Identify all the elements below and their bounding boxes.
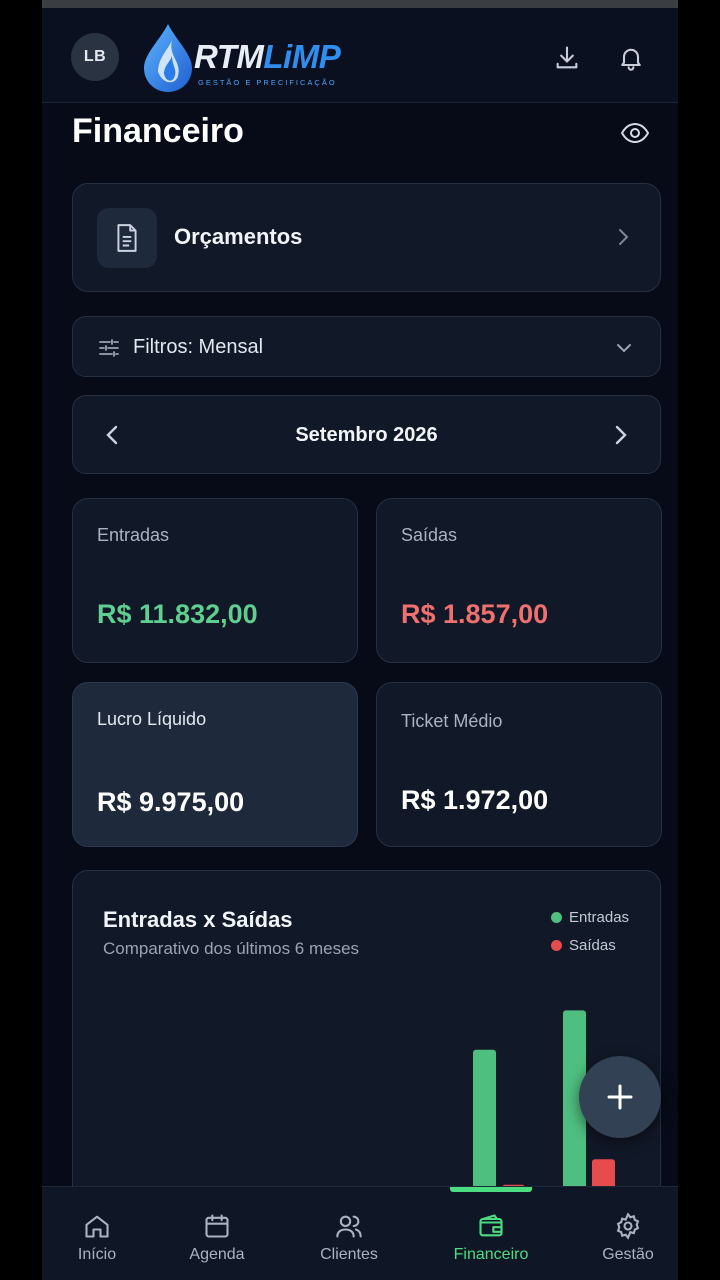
stat-card-entradas: Entradas R$ 11.832,00: [72, 498, 358, 663]
nav-label: Financeiro: [453, 1246, 529, 1263]
chart-card: Entradas x Saídas Comparativo dos último…: [72, 870, 661, 1210]
orcamentos-label: Orçamentos: [174, 224, 303, 249]
legend-dot: [551, 911, 562, 923]
stat-label: Lucro Líquido: [97, 709, 207, 729]
nav-item-gestao[interactable]: Gestão: [592, 1187, 664, 1280]
stat-card-lucro-liquido: Lucro Líquido R$ 9.975,00: [72, 682, 358, 847]
nav-item-clientes[interactable]: Clientes: [308, 1187, 390, 1280]
wallet-icon: [476, 1211, 506, 1241]
orcamentos-card[interactable]: Orçamentos: [72, 183, 661, 292]
app-header: LB RTMLiMP GESTÃO E PRECIFICAÇÃO: [42, 8, 678, 103]
filter-label: Filtros: Mensal: [133, 336, 264, 358]
legend-item-entradas: Entradas: [551, 903, 629, 931]
download-button[interactable]: [551, 42, 583, 74]
month-selector: Setembro 2026: [72, 395, 661, 474]
bar-entradas-4: [473, 1049, 496, 1197]
nav-item-inicio[interactable]: Início: [62, 1187, 132, 1280]
chart-title: Entradas x Saídas: [103, 907, 293, 932]
nav-label: Gestão: [602, 1246, 654, 1263]
stat-value-saidas: R$ 1.857,00: [401, 599, 549, 629]
toggle-values-visibility-button[interactable]: [618, 118, 652, 148]
app-frame: LB RTMLiMP GESTÃO E PRECIFICAÇÃO Finance…: [42, 0, 678, 1280]
app-logo: RTMLiMP GESTÃO E PRECIFICAÇÃO: [138, 20, 348, 96]
stat-card-saidas: Saídas R$ 1.857,00: [376, 498, 662, 663]
chevron-down-icon: [612, 336, 636, 360]
page-title: Financeiro: [72, 112, 244, 150]
plus-icon: [607, 1084, 633, 1110]
avatar[interactable]: LB: [71, 33, 119, 81]
filter-select[interactable]: Filtros: Mensal: [72, 316, 661, 377]
home-icon: [82, 1211, 112, 1241]
stat-value-entradas: R$ 11.832,00: [97, 599, 258, 629]
document-icon: [117, 224, 137, 252]
download-icon: [556, 46, 578, 69]
chart-subtitle: Comparativo dos últimos 6 meses: [103, 939, 360, 958]
chevron-right-icon: [612, 226, 634, 248]
bottom-nav: Início Agenda Clientes Financeiro Gestão: [42, 1186, 678, 1280]
legend-item-saidas: Saídas: [551, 931, 629, 959]
status-strip: [42, 0, 678, 8]
chart-legend: Entradas Saídas: [551, 903, 629, 959]
bell-icon: [621, 48, 641, 71]
sliders-icon: [97, 336, 121, 360]
logo-accent-text: LiMP: [263, 38, 341, 75]
stat-value-ticket: R$ 1.972,00: [401, 785, 549, 815]
stat-label: Ticket Médio: [401, 711, 503, 731]
nav-item-financeiro[interactable]: Financeiro: [442, 1187, 540, 1280]
users-icon: [334, 1211, 364, 1241]
eye-icon: [620, 122, 650, 144]
notifications-button[interactable]: [615, 42, 647, 74]
legend-label: Entradas: [569, 908, 630, 926]
nav-label: Clientes: [320, 1246, 378, 1263]
logo-wordmark: RTMLiMP: [194, 38, 341, 76]
gear-icon: [613, 1211, 643, 1241]
nav-label: Agenda: [189, 1246, 245, 1263]
water-drop-logo-icon: [144, 24, 192, 92]
add-transaction-button[interactable]: [579, 1056, 661, 1138]
logo-main-text: RTM: [194, 38, 264, 75]
nav-item-agenda[interactable]: Agenda: [178, 1187, 256, 1280]
calendar-icon: [202, 1211, 232, 1241]
stat-label: Entradas: [97, 525, 170, 545]
stat-label: Saídas: [401, 525, 458, 545]
stat-card-ticket-medio: Ticket Médio R$ 1.972,00: [376, 682, 662, 847]
legend-dot: [551, 939, 562, 951]
stat-value-lucro: R$ 9.975,00: [97, 787, 245, 817]
legend-label: Saídas: [569, 936, 616, 954]
next-month-button[interactable]: [608, 422, 634, 448]
current-month-label: Setembro 2026: [295, 424, 438, 446]
orcamentos-icon-box: [97, 208, 157, 268]
nav-label: Início: [77, 1246, 117, 1263]
chevron-right-icon: [615, 425, 627, 445]
logo-tagline: GESTÃO E PRECIFICAÇÃO: [198, 78, 337, 87]
